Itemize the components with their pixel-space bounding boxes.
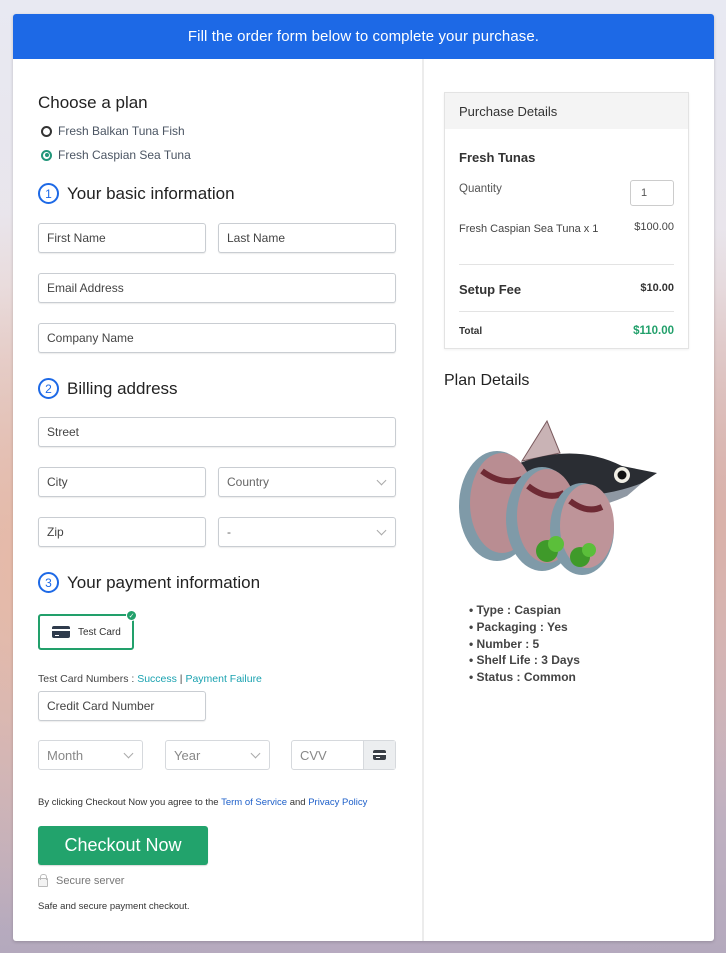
divider [459,311,674,312]
radio-checked-icon[interactable] [41,149,52,161]
setup-fee-price: $10.00 [640,282,674,294]
plan-detail-item: Type : Caspian [469,602,580,619]
success-link[interactable]: Success [137,673,177,685]
year-select-value: Year [174,747,201,763]
secure-server-label: Secure server [56,875,125,887]
line-item-price: $100.00 [634,221,674,233]
plan-detail-item: Number : 5 [469,636,580,653]
section-title: Your payment information [67,572,261,592]
payment-heading: 3 Your payment information [38,572,260,593]
company-input[interactable]: Company Name [38,323,396,353]
agree-text: By clicking Checkout Now you agree to th… [38,797,222,808]
line-item-label: Fresh Caspian Sea Tuna x 1 [459,223,599,235]
plan-details-list: Type : Caspian Packaging : Yes Number : … [469,602,580,686]
check-circle-icon: ✓ [126,610,137,621]
city-input[interactable]: City [38,467,206,497]
plan-option-label: Fresh Caspian Sea Tuna [58,148,191,162]
last-name-input[interactable]: Last Name [218,223,396,253]
billing-heading: 2 Billing address [38,378,178,399]
product-name: Fresh Tunas [459,150,536,165]
step-number-badge: 1 [38,183,59,204]
plan-detail-item: Shelf Life : 3 Days [469,652,580,669]
chevron-down-icon [376,525,387,536]
cvv-input[interactable]: CVV [291,740,396,770]
state-select-value: - [227,525,231,539]
quantity-label: Quantity [459,183,502,195]
test-card-numbers: Test Card Numbers : Success | Payment Fa… [38,673,262,685]
divider [459,264,674,265]
plan-details-heading: Plan Details [444,372,530,389]
purchase-details-title: Purchase Details [445,93,688,129]
credit-card-icon [52,626,70,638]
plan-detail-item: Status : Common [469,669,580,686]
plan-detail-item: Packaging : Yes [469,619,580,636]
plan-option-caspian[interactable]: Fresh Caspian Sea Tuna [41,148,191,162]
payment-method-test-card[interactable]: Test Card ✓ [38,610,137,650]
column-divider [422,59,424,941]
country-select[interactable]: Country [218,467,396,497]
step-number-badge: 3 [38,572,59,593]
payment-method-label: Test Card [78,626,121,638]
first-name-input[interactable]: First Name [38,223,206,253]
radio-unchecked-icon[interactable] [41,125,52,137]
zip-input[interactable]: Zip [38,517,206,547]
privacy-policy-link[interactable]: Privacy Policy [308,797,367,808]
quantity-input[interactable]: 1 [630,180,674,206]
plan-option-label: Fresh Balkan Tuna Fish [58,124,185,138]
terms-of-service-link[interactable]: Term of Service [221,797,287,808]
credit-card-icon [373,750,386,760]
checkout-now-button[interactable]: Checkout Now [38,826,208,865]
header-banner: Fill the order form below to complete yo… [13,14,714,59]
month-select[interactable]: Month [38,740,143,770]
terms-agreement: By clicking Checkout Now you agree to th… [38,797,367,808]
country-select-value: Country [227,475,270,489]
form-columns: Choose a plan Fresh Balkan Tuna Fish Fre… [13,59,714,941]
basic-info-heading: 1 Your basic information [38,183,235,204]
step-number-badge: 2 [38,378,59,399]
cvv-card-button[interactable] [363,741,395,769]
street-input[interactable]: Street [38,417,396,447]
choose-plan-heading: Choose a plan [38,93,148,112]
section-title: Billing address [67,378,178,398]
test-numbers-label: Test Card Numbers : [38,673,138,685]
plan-option-balkan[interactable]: Fresh Balkan Tuna Fish [41,124,185,138]
credit-card-number-input[interactable]: Credit Card Number [38,691,206,721]
agree-and-text: and [287,797,309,808]
total-price: $110.00 [633,325,674,337]
lock-icon [38,874,48,887]
chevron-down-icon [376,475,387,486]
year-select[interactable]: Year [165,740,270,770]
chevron-down-icon [250,748,261,759]
tuna-steaks-image [459,419,657,575]
total-label: Total [459,326,483,337]
email-input[interactable]: Email Address [38,273,396,303]
month-select-value: Month [47,747,84,763]
section-title: Your basic information [67,183,235,203]
setup-fee-label: Setup Fee [459,282,522,297]
payment-failure-link[interactable]: Payment Failure [185,673,261,685]
purchase-details-box: Purchase Details Fresh Tunas Quantity 1 … [444,92,689,349]
state-select[interactable]: - [218,517,396,547]
chevron-down-icon [123,748,134,759]
safe-checkout-text: Safe and secure payment checkout. [38,901,190,912]
order-form-card: Fill the order form below to complete yo… [13,14,714,941]
secure-server-note: Secure server [38,874,125,887]
cvv-placeholder: CVV [300,747,327,763]
